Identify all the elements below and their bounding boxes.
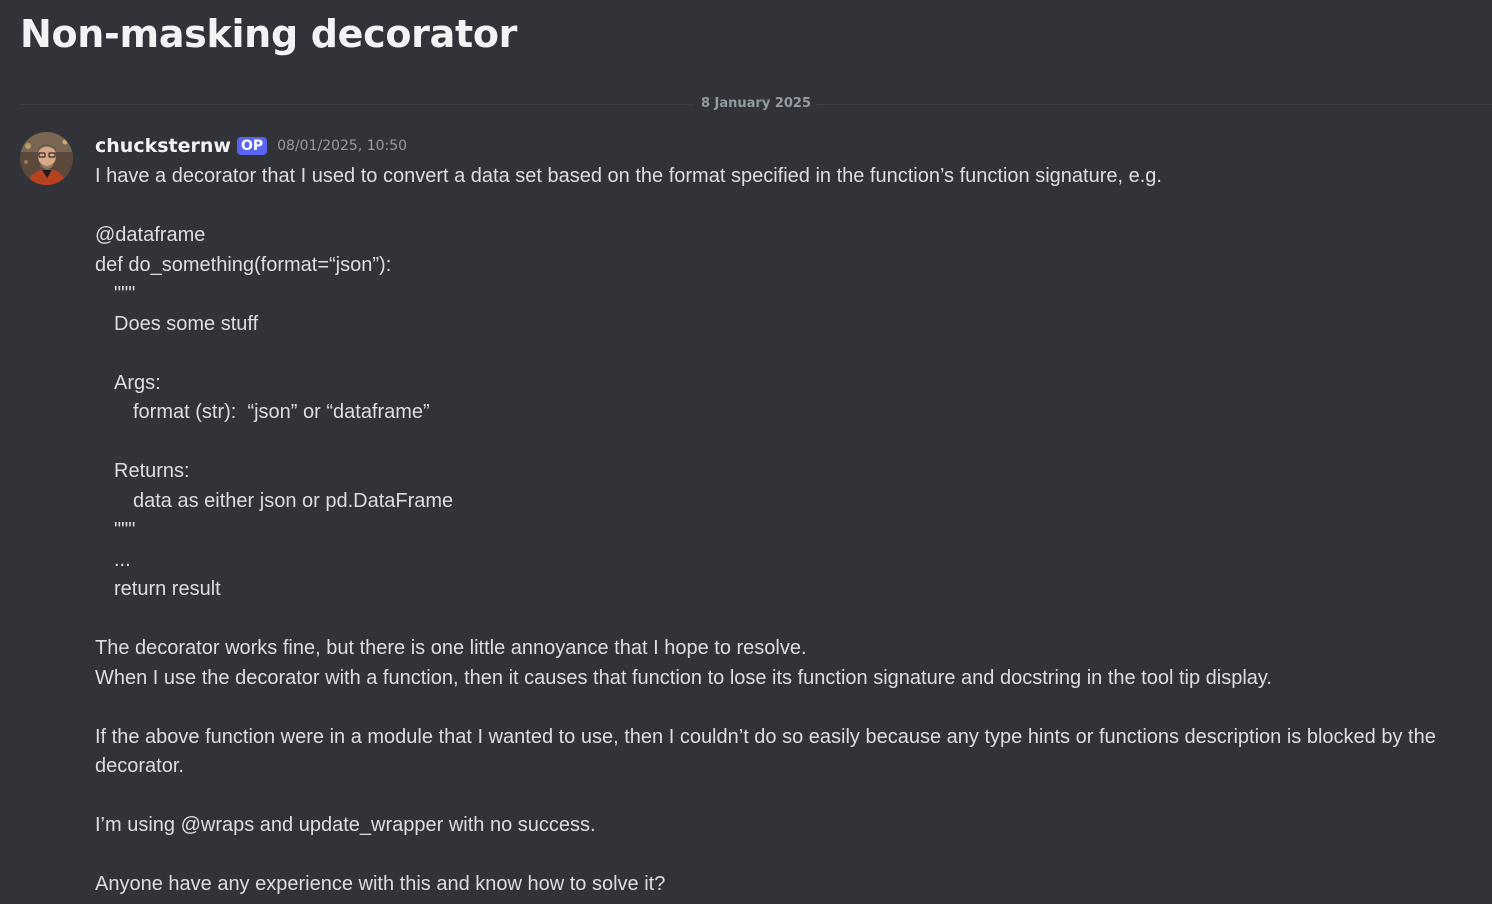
- message-line: I’m using @wraps and update_wrapper with…: [95, 814, 596, 836]
- message-line: return result: [114, 578, 221, 600]
- message-line: Anyone have any experience with this and…: [95, 873, 666, 895]
- thread-view: Non-masking decorator 8 January 2025 chu: [0, 0, 1492, 904]
- date-divider-label: 8 January 2025: [694, 95, 818, 113]
- message-line: data as either json or pd.DataFrame: [133, 489, 454, 512]
- message-line: [95, 841, 1470, 871]
- username[interactable]: chucksternw: [95, 133, 231, 159]
- message-line: Returns:: [114, 460, 190, 482]
- message-line: [95, 339, 1470, 369]
- message-line: When I use the decorator with a function…: [95, 666, 1272, 689]
- message-line: """: [114, 283, 136, 305]
- message-line: If the above function were in a module t…: [95, 725, 1436, 778]
- message-line: [95, 605, 1470, 635]
- message-line: [95, 428, 1470, 458]
- message-line: ...: [114, 548, 131, 571]
- message-line: [95, 693, 1470, 723]
- op-badge: OP: [236, 137, 268, 155]
- message-content: I have a decorator that I used to conver…: [95, 162, 1470, 900]
- message-timestamp[interactable]: 08/01/2025, 10:50: [277, 133, 407, 159]
- avatar-image: [20, 132, 73, 185]
- message-line: """: [114, 519, 136, 541]
- date-divider: 8 January 2025: [20, 95, 1492, 113]
- message-header: chucksternw OP 08/01/2025, 10:50: [95, 133, 407, 159]
- message-line: The decorator works fine, but there is o…: [95, 637, 807, 659]
- message-line: format (str): “json” or “dataframe”: [133, 401, 430, 423]
- message-line: @dataframe: [95, 224, 206, 246]
- message-line: Args:: [114, 371, 161, 394]
- message-line: [95, 782, 1470, 812]
- avatar[interactable]: [20, 132, 73, 185]
- message-line: [95, 192, 1470, 222]
- message-line: I have a decorator that I used to conver…: [95, 165, 1162, 187]
- message-line: def do_something(format=“json”):: [95, 253, 392, 276]
- message-line: Does some stuff: [114, 312, 259, 335]
- thread-title: Non-masking decorator: [20, 12, 518, 56]
